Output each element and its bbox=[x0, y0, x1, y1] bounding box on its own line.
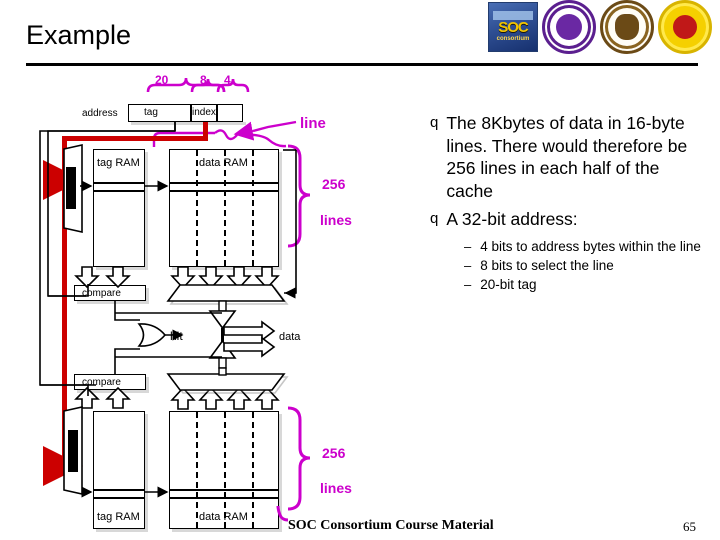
bottom-tag-ram-row-bottom bbox=[93, 497, 145, 499]
top-mux-label: mux bbox=[211, 289, 230, 300]
bullet-item: q A 32-bit address: bbox=[430, 208, 702, 231]
sub-bullet-marker-dash: – bbox=[464, 238, 472, 254]
top-line-count-unit: lines bbox=[320, 212, 352, 228]
address-field-divider-2 bbox=[216, 104, 218, 122]
soc-consortium-logo: SOC consortium bbox=[488, 2, 538, 52]
top-data-ram-col-div-1 bbox=[196, 150, 198, 266]
bottom-data-ram-col-div-1 bbox=[196, 412, 198, 528]
sub-bullet-text: 4 bits to address bytes within the line bbox=[480, 238, 701, 254]
sub-bullet-marker-dash: – bbox=[464, 257, 472, 273]
bullet-list: q The 8Kbytes of data in 16-byte lines. … bbox=[430, 112, 702, 294]
sub-bullet-text: 8 bits to select the line bbox=[480, 257, 614, 273]
title-divider bbox=[26, 63, 698, 66]
bullet-marker-q: q bbox=[430, 210, 439, 227]
top-tag-ram-label: tag RAM bbox=[97, 157, 140, 169]
offset-bits-label: 4 bbox=[224, 73, 231, 87]
bottom-tag-ram-label: tag RAM bbox=[97, 511, 140, 523]
tag-bits-label: 20 bbox=[155, 73, 169, 87]
soc-logo-chip-band bbox=[492, 11, 534, 20]
bullet-item: q The 8Kbytes of data in 16-byte lines. … bbox=[430, 112, 702, 202]
slide-canvas: SOC consortium Example 20 8 4 address ta… bbox=[0, 0, 720, 540]
top-tag-ram-row-top bbox=[93, 182, 145, 184]
bottom-line-count-label: 256 bbox=[322, 445, 346, 461]
bottom-line-count-unit: lines bbox=[320, 480, 352, 496]
soc-logo-subword: consortium bbox=[496, 36, 530, 42]
index-bits-label: 8 bbox=[200, 73, 207, 87]
bullet-text: A 32-bit address: bbox=[446, 209, 578, 229]
bottom-data-ram-label: data RAM bbox=[199, 511, 248, 523]
brown-seal-logo bbox=[600, 0, 654, 54]
purple-seal-logo bbox=[542, 0, 596, 54]
sub-bullet-item: – 20-bit tag bbox=[464, 275, 702, 294]
bullet-text: The 8Kbytes of data in 16-byte lines. Th… bbox=[446, 113, 688, 201]
bottom-data-ram-col-div-3 bbox=[252, 412, 254, 528]
logo-strip: SOC consortium bbox=[488, 0, 712, 54]
hit-output-label: hit bbox=[170, 329, 183, 343]
bottom-compare-label: compare bbox=[82, 377, 121, 388]
line-callout-label: line bbox=[300, 115, 326, 132]
bottom-decode-label: decode bbox=[70, 435, 80, 465]
sub-bullet-marker-dash: – bbox=[464, 276, 472, 292]
soc-logo-word: SOC bbox=[498, 19, 528, 36]
address-tag-field-label: tag bbox=[144, 107, 158, 118]
sub-bullet-item: – 4 bits to address bytes within the lin… bbox=[464, 237, 702, 256]
sub-bullet-item: – 8 bits to select the line bbox=[464, 256, 702, 275]
yellow-seal-logo bbox=[658, 0, 712, 54]
bullet-marker-q: q bbox=[430, 114, 439, 131]
top-tag-ram-row-bottom bbox=[93, 190, 145, 192]
bottom-mux-label: mux bbox=[211, 378, 230, 389]
purple-seal-emblem bbox=[556, 14, 582, 40]
yellow-seal-emblem bbox=[671, 13, 699, 41]
sub-bullet-text: 20-bit tag bbox=[480, 276, 537, 292]
page-title: Example bbox=[26, 20, 132, 50]
footer-course-material: SOC Consortium Course Material bbox=[288, 518, 494, 533]
address-label: address bbox=[82, 108, 118, 119]
address-bar-shadow bbox=[131, 122, 246, 125]
top-data-ram-col-div-3 bbox=[252, 150, 254, 266]
top-line-count-label: 256 bbox=[322, 176, 346, 192]
brown-seal-emblem bbox=[615, 14, 639, 40]
top-compare-label: compare bbox=[82, 288, 121, 299]
slide-page-number: 65 bbox=[683, 519, 696, 534]
address-index-field-label: index bbox=[192, 107, 216, 118]
data-output-label: data bbox=[279, 331, 301, 343]
top-data-ram-label: data RAM bbox=[199, 157, 248, 169]
top-decode-label: decode bbox=[70, 171, 80, 201]
bottom-tag-ram-row-top bbox=[93, 489, 145, 491]
